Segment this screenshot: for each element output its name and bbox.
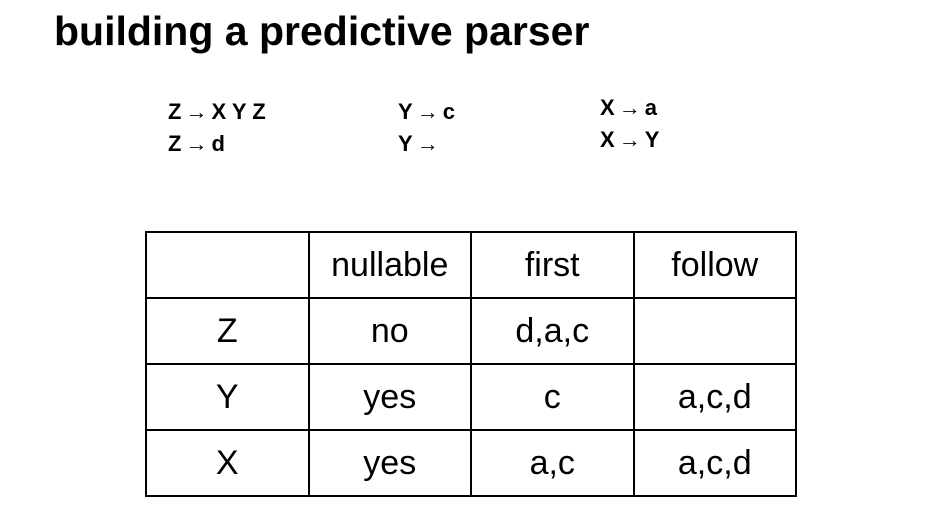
production-group-x: X → a X → Y bbox=[600, 92, 659, 156]
slide-title: building a predictive parser bbox=[54, 8, 590, 54]
symbol-cell: Y bbox=[145, 363, 310, 431]
arrow-icon: → bbox=[185, 99, 208, 124]
production: Z → X Y Z bbox=[168, 96, 266, 128]
header-nullable: nullable bbox=[307, 231, 472, 299]
arrow-icon: → bbox=[618, 95, 641, 120]
follow-cell bbox=[632, 297, 797, 365]
production-rhs: X Y Z bbox=[211, 99, 266, 124]
production-lhs: Y bbox=[398, 99, 413, 124]
first-cell: a,c bbox=[470, 429, 635, 497]
production-group-z: Z → X Y Z Z → d bbox=[168, 96, 266, 160]
follow-cell: a,c,d bbox=[632, 363, 797, 431]
nullable-cell: yes bbox=[307, 429, 472, 497]
first-cell: c bbox=[470, 363, 635, 431]
production-rhs: d bbox=[211, 131, 225, 156]
table-header-row: nullable first follow bbox=[145, 231, 797, 299]
production: X → Y bbox=[600, 124, 659, 156]
header-follow: follow bbox=[632, 231, 797, 299]
table-row: Z no d,a,c bbox=[145, 297, 797, 365]
production-lhs: X bbox=[600, 95, 615, 120]
arrow-icon: → bbox=[618, 127, 641, 152]
arrow-icon: → bbox=[416, 131, 439, 156]
nullable-first-follow-table: nullable first follow Z no d,a,c Y yes c… bbox=[145, 231, 797, 497]
production-lhs: X bbox=[600, 127, 615, 152]
nullable-cell: yes bbox=[307, 363, 472, 431]
first-cell: d,a,c bbox=[470, 297, 635, 365]
production-rhs: Y bbox=[644, 127, 660, 152]
production: Z → d bbox=[168, 128, 266, 160]
production: Y → c bbox=[398, 96, 455, 128]
production-rhs: a bbox=[644, 95, 657, 120]
production-lhs: Z bbox=[168, 131, 182, 156]
header-empty-cell bbox=[145, 231, 310, 299]
production-lhs: Y bbox=[398, 131, 413, 156]
arrow-icon: → bbox=[416, 99, 439, 124]
table-row: X yes a,c a,c,d bbox=[145, 429, 797, 497]
arrow-icon: → bbox=[185, 131, 208, 156]
header-first: first bbox=[470, 231, 635, 299]
follow-cell: a,c,d bbox=[632, 429, 797, 497]
symbol-cell: X bbox=[145, 429, 310, 497]
production: Y → bbox=[398, 128, 455, 160]
table-row: Y yes c a,c,d bbox=[145, 363, 797, 431]
production-group-y: Y → c Y → bbox=[398, 96, 455, 160]
symbol-cell: Z bbox=[145, 297, 310, 365]
production-rhs: c bbox=[442, 99, 455, 124]
nullable-cell: no bbox=[307, 297, 472, 365]
production: X → a bbox=[600, 92, 659, 124]
production-lhs: Z bbox=[168, 99, 182, 124]
